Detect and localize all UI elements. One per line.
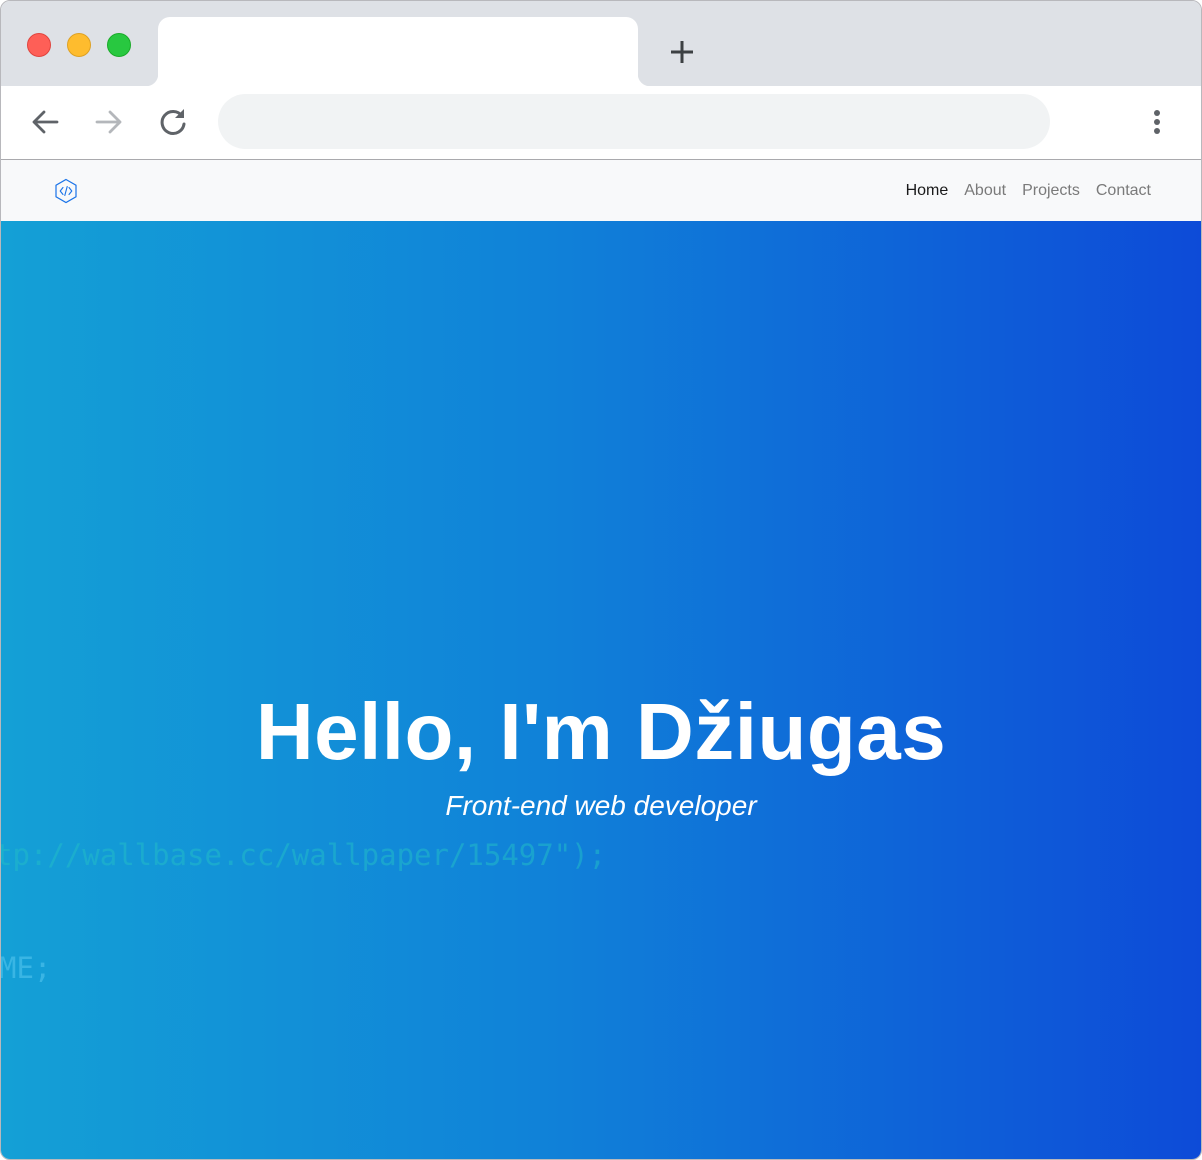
arrow-right-icon <box>95 110 122 134</box>
site-navbar: Home About Projects Contact <box>1 160 1201 221</box>
new-tab-button[interactable] <box>663 33 701 71</box>
reload-button[interactable] <box>153 102 193 142</box>
nav-item-home: Home <box>906 182 949 200</box>
tab-strip <box>1 1 1201 86</box>
site-logo-link[interactable] <box>53 178 79 204</box>
browser-menu-button[interactable] <box>1137 102 1177 142</box>
minimize-window-button[interactable] <box>67 33 91 57</box>
back-button[interactable] <box>25 102 65 142</box>
nav-link-home[interactable]: Home <box>906 182 949 199</box>
browser-toolbar <box>1 86 1201 160</box>
web-page: Home About Projects Contact ) tp://wallb… <box>1 160 1201 1159</box>
browser-tab[interactable] <box>146 17 650 86</box>
nav-link-projects[interactable]: Projects <box>1022 182 1080 199</box>
code-line: tp://wallbase.cc/wallpaper/15497"); <box>1 838 607 872</box>
nav-link-contact[interactable]: Contact <box>1096 182 1151 199</box>
hero-subtitle: Front-end web developer <box>445 790 757 821</box>
nav-item-about: About <box>964 182 1006 200</box>
code-brackets-hexagon-icon <box>55 178 77 204</box>
code-line: ME; <box>1 951 52 985</box>
hero-section: ) tp://wallbase.cc/wallpaper/15497"); ME… <box>1 221 1201 1159</box>
arrow-left-icon <box>32 110 59 134</box>
plus-icon <box>671 41 693 63</box>
site-nav: Home About Projects Contact <box>906 160 1151 221</box>
browser-window: Home About Projects Contact ) tp://wallb… <box>0 0 1202 1160</box>
address-bar[interactable] <box>218 94 1050 149</box>
reload-icon <box>160 109 186 135</box>
nav-item-projects: Projects <box>1022 182 1080 200</box>
maximize-window-button[interactable] <box>107 33 131 57</box>
forward-button[interactable] <box>89 102 129 142</box>
close-window-button[interactable] <box>27 33 51 57</box>
kebab-menu-icon <box>1154 110 1160 134</box>
code-line: ) <box>1 638 4 672</box>
nav-item-contact: Contact <box>1096 182 1151 200</box>
nav-link-about[interactable]: About <box>964 182 1006 199</box>
hero-title: Hello, I'm Džiugas <box>255 687 947 776</box>
